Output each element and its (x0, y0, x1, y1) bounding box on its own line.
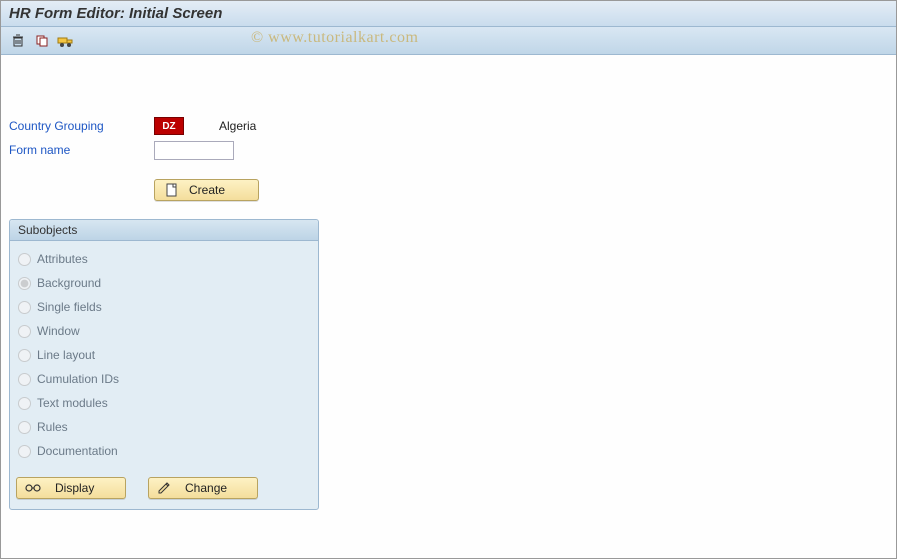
subobject-label: Window (37, 324, 80, 338)
document-icon (165, 183, 179, 197)
radio-input[interactable] (18, 277, 31, 290)
country-code-field[interactable]: DZ (154, 117, 184, 135)
subobject-label: Documentation (37, 444, 118, 458)
subobject-option[interactable]: Cumulation IDs (14, 367, 314, 391)
subobject-label: Rules (37, 420, 68, 434)
form-name-label: Form name (9, 143, 154, 157)
create-button[interactable]: Create (154, 179, 259, 201)
country-name-text: Algeria (219, 119, 256, 133)
radio-input[interactable] (18, 349, 31, 362)
subobject-option[interactable]: Single fields (14, 295, 314, 319)
content-area: Country Grouping DZ Algeria Form name Cr… (1, 55, 896, 518)
glasses-icon (25, 482, 41, 494)
delete-icon[interactable] (9, 32, 27, 50)
radio-input[interactable] (18, 325, 31, 338)
change-button-label: Change (185, 481, 227, 495)
subobject-option[interactable]: Attributes (14, 247, 314, 271)
radio-input[interactable] (18, 301, 31, 314)
country-grouping-row: Country Grouping DZ Algeria (9, 115, 888, 137)
window-title: HR Form Editor: Initial Screen (1, 1, 896, 27)
transport-icon[interactable] (57, 32, 75, 50)
subobject-option[interactable]: Background (14, 271, 314, 295)
radio-input[interactable] (18, 421, 31, 434)
form-name-input[interactable] (154, 141, 234, 160)
create-button-label: Create (189, 183, 225, 197)
subobject-label: Cumulation IDs (37, 372, 119, 386)
subobject-label: Text modules (37, 396, 108, 410)
form-name-row: Form name (9, 139, 888, 161)
subobject-option[interactable]: Documentation (14, 439, 314, 463)
change-button[interactable]: Change (148, 477, 258, 499)
country-grouping-label: Country Grouping (9, 119, 154, 133)
display-button[interactable]: Display (16, 477, 126, 499)
copy-icon[interactable] (33, 32, 51, 50)
create-row: Create (9, 179, 888, 201)
toolbar: © www.tutorialkart.com (1, 27, 896, 55)
subobject-option[interactable]: Rules (14, 415, 314, 439)
radio-input[interactable] (18, 253, 31, 266)
subobject-label: Attributes (37, 252, 88, 266)
watermark-text: © www.tutorialkart.com (251, 29, 418, 47)
subobject-label: Line layout (37, 348, 95, 362)
panel-footer: Display Change (10, 469, 318, 509)
display-button-label: Display (55, 481, 94, 495)
subobjects-panel: Subobjects Attributes Background Single fi… (9, 219, 319, 510)
subobject-option[interactable]: Text modules (14, 391, 314, 415)
radio-input[interactable] (18, 373, 31, 386)
subobject-label: Single fields (37, 300, 102, 314)
radio-input[interactable] (18, 397, 31, 410)
panel-title: Subobjects (10, 220, 318, 241)
subobject-label: Background (37, 276, 101, 290)
radio-input[interactable] (18, 445, 31, 458)
panel-body: Attributes Background Single fields Window L… (10, 241, 318, 469)
subobject-option[interactable]: Line layout (14, 343, 314, 367)
subobject-option[interactable]: Window (14, 319, 314, 343)
pencil-icon (157, 481, 171, 495)
